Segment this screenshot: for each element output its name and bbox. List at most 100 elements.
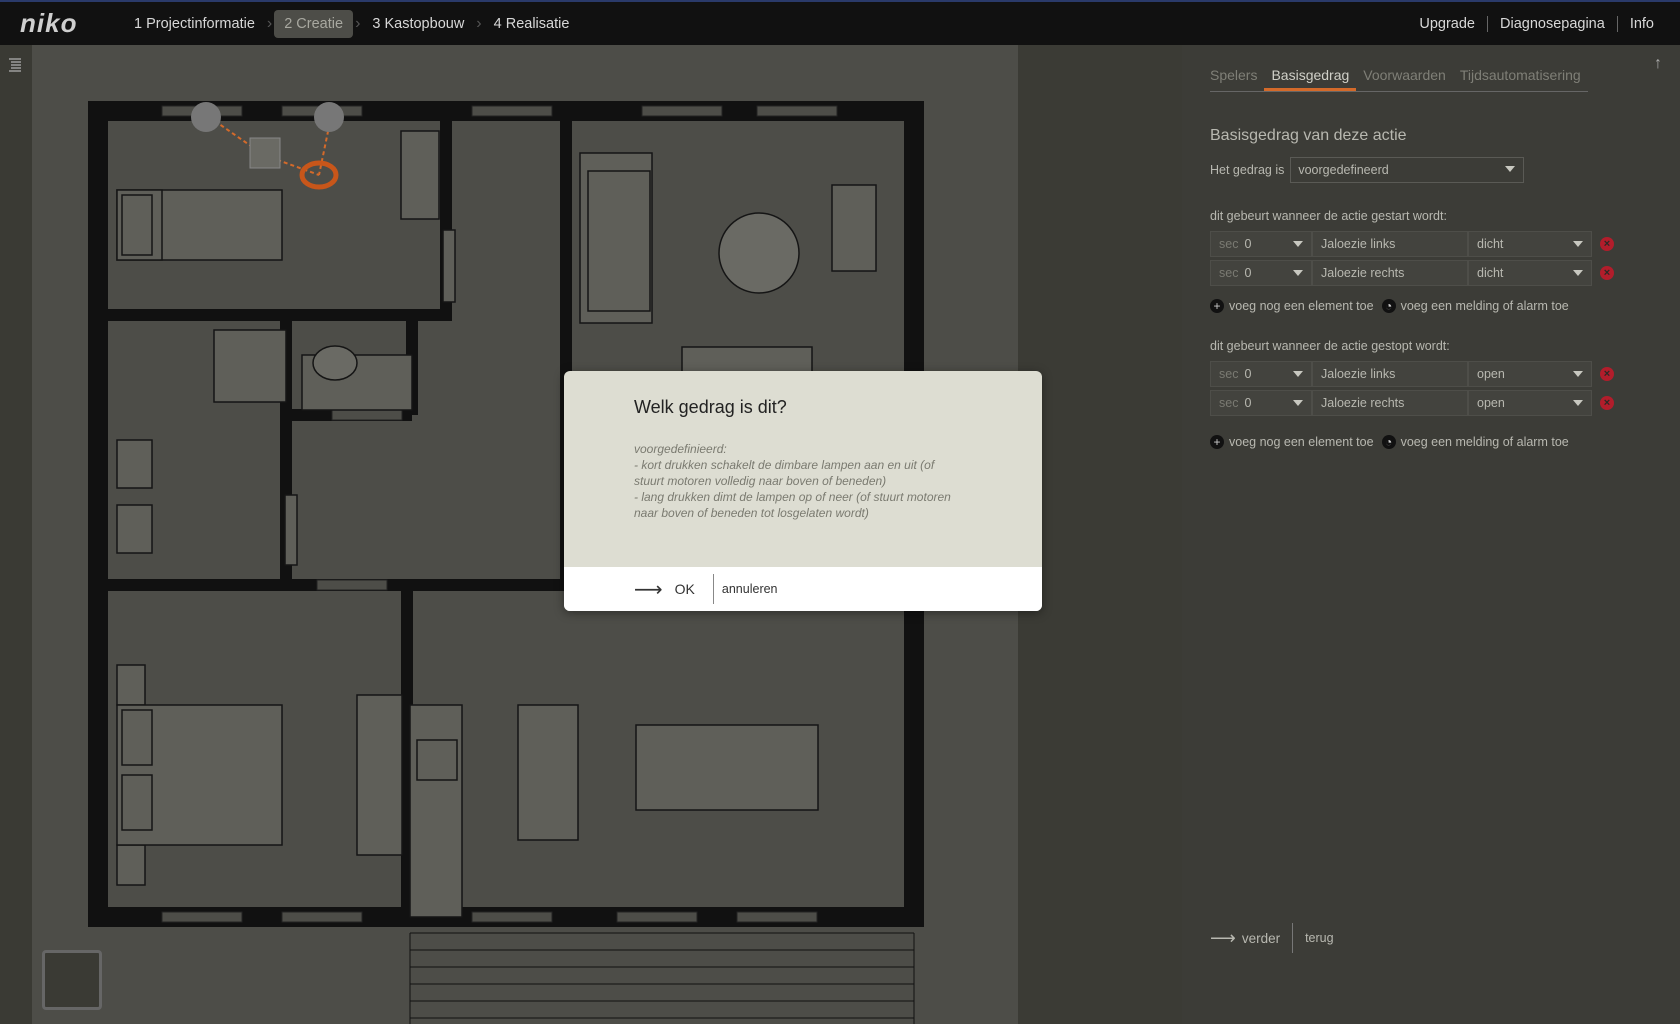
- alarm-icon[interactable]: ◔: [1381, 435, 1396, 449]
- delay-value: 0: [1244, 367, 1252, 381]
- cancel-button[interactable]: annuleren: [722, 582, 778, 596]
- plus-circle-icon[interactable]: +: [1210, 299, 1224, 313]
- delete-icon[interactable]: ×: [1600, 396, 1614, 410]
- delete-icon[interactable]: ×: [1600, 367, 1614, 381]
- delay-unit: sec: [1219, 367, 1239, 381]
- upgrade-link[interactable]: Upgrade: [1407, 16, 1487, 32]
- caret-down-icon: [1505, 166, 1516, 172]
- stop-row: sec 0 Jaloezie rechts open ×: [1210, 390, 1614, 416]
- plan-thumbnail[interactable]: [42, 950, 102, 1010]
- tab-basisgedrag[interactable]: Basisgedrag: [1264, 67, 1357, 91]
- top-links: Upgrade Diagnosepagina Info: [1407, 2, 1666, 45]
- element-name: Jaloezie rechts: [1312, 390, 1468, 416]
- list-menu-icon[interactable]: [8, 57, 22, 76]
- state-value: dicht: [1477, 237, 1504, 251]
- delete-icon[interactable]: ×: [1600, 237, 1614, 251]
- caret-down-icon: [1293, 270, 1303, 276]
- behaviour-info-dialog: Welk gedrag is dit? voorgedefinieerd: - …: [564, 371, 1042, 611]
- caret-down-icon: [1573, 400, 1583, 406]
- delay-select[interactable]: sec 0: [1210, 231, 1312, 257]
- delay-select[interactable]: sec 0: [1210, 361, 1312, 387]
- add-alarm-link[interactable]: voeg een melding of alarm toe: [1401, 299, 1569, 313]
- section-title: Basisgedrag van deze actie: [1210, 127, 1407, 144]
- behaviour-panel: ↑ Spelers Basisgedrag Voorwaarden Tijdsa…: [1182, 45, 1680, 1024]
- caret-down-icon: [1293, 371, 1303, 377]
- arrow-right-icon[interactable]: ⟶: [1210, 928, 1236, 949]
- element-label: Jaloezie links: [1321, 367, 1396, 381]
- state-value: dicht: [1477, 266, 1504, 280]
- caret-down-icon: [1573, 270, 1583, 276]
- behaviour-row: Het gedrag is voorgedefineerd: [1210, 157, 1525, 183]
- divider: [1292, 923, 1294, 953]
- caret-down-icon: [1573, 371, 1583, 377]
- state-select[interactable]: dicht: [1468, 260, 1592, 286]
- step-realisatie[interactable]: 4 Realisatie: [484, 10, 580, 38]
- state-value: open: [1477, 396, 1505, 410]
- niko-logo: niko: [20, 8, 78, 38]
- chevron-right-icon: ›: [355, 14, 361, 32]
- tab-tijdsautomatisering[interactable]: Tijdsautomatisering: [1453, 67, 1588, 91]
- behaviour-value: voorgedefineerd: [1298, 163, 1389, 177]
- add-alarm-link[interactable]: voeg een melding of alarm toe: [1401, 435, 1569, 449]
- arrow-right-icon: ⟶: [634, 578, 663, 601]
- delay-value: 0: [1244, 237, 1252, 251]
- element-label: Jaloezie links: [1321, 237, 1396, 251]
- dialog-title: Welk gedrag is dit?: [634, 397, 787, 417]
- start-row: sec 0 Jaloezie links dicht ×: [1210, 231, 1614, 257]
- stop-row: sec 0 Jaloezie links open ×: [1210, 361, 1614, 387]
- start-title: dit gebeurt wanneer de actie gestart wor…: [1210, 209, 1447, 223]
- step-projectinformatie[interactable]: 1 Projectinformatie: [124, 10, 265, 38]
- state-value: open: [1477, 367, 1505, 381]
- start-row: sec 0 Jaloezie rechts dicht ×: [1210, 260, 1614, 286]
- plus-circle-icon[interactable]: +: [1210, 435, 1224, 449]
- behaviour-select[interactable]: voorgedefineerd: [1290, 157, 1525, 183]
- next-button[interactable]: verder: [1242, 931, 1280, 946]
- caret-down-icon: [1293, 241, 1303, 247]
- state-select[interactable]: dicht: [1468, 231, 1592, 257]
- dialog-body: voorgedefinieerd: - kort drukken schakel…: [634, 442, 951, 520]
- element-label: Jaloezie rechts: [1321, 396, 1405, 410]
- state-select[interactable]: open: [1468, 361, 1592, 387]
- chevron-right-icon: ›: [266, 14, 273, 32]
- tab-spelers[interactable]: Spelers: [1210, 67, 1264, 91]
- delay-unit: sec: [1219, 237, 1239, 251]
- delay-value: 0: [1244, 396, 1252, 410]
- delay-unit: sec: [1219, 266, 1239, 280]
- stop-title: dit gebeurt wanneer de actie gestopt wor…: [1210, 339, 1450, 353]
- ok-label: OK: [674, 581, 695, 597]
- info-link[interactable]: Info: [1618, 16, 1666, 32]
- caret-down-icon: [1293, 400, 1303, 406]
- step-kastopbouw[interactable]: 3 Kastopbouw: [362, 10, 474, 38]
- chevron-right-icon: ›: [476, 14, 482, 32]
- panel-footer: ⟶ verder terug: [1210, 923, 1334, 953]
- top-bar: niko 1 Projectinformatie › 2 Creatie › 3…: [0, 0, 1680, 45]
- ok-button[interactable]: ⟶ OK: [634, 577, 695, 602]
- delay-select[interactable]: sec 0: [1210, 260, 1312, 286]
- alarm-icon[interactable]: ◔: [1381, 299, 1396, 313]
- caret-down-icon: [1573, 241, 1583, 247]
- element-name: Jaloezie links: [1312, 231, 1468, 257]
- delay-value: 0: [1244, 266, 1252, 280]
- dialog-footer: ⟶ OK annuleren: [564, 567, 1042, 611]
- behaviour-label: Het gedrag is: [1210, 163, 1285, 177]
- delay-select[interactable]: sec 0: [1210, 390, 1312, 416]
- start-add-row: + voeg nog een element toe ◔ voeg een me…: [1210, 299, 1569, 313]
- add-element-link[interactable]: voeg nog een element toe: [1229, 435, 1374, 449]
- panel-tabs: Spelers Basisgedrag Voorwaarden Tijdsaut…: [1210, 67, 1588, 92]
- element-name: Jaloezie rechts: [1312, 260, 1468, 286]
- back-button[interactable]: terug: [1305, 931, 1334, 945]
- add-element-link[interactable]: voeg nog een element toe: [1229, 299, 1374, 313]
- element-name: Jaloezie links: [1312, 361, 1468, 387]
- step-navigation: 1 Projectinformatie › 2 Creatie › 3 Kast…: [124, 2, 579, 45]
- left-toolbar: [0, 45, 32, 1024]
- state-select[interactable]: open: [1468, 390, 1592, 416]
- diagnosepagina-link[interactable]: Diagnosepagina: [1488, 16, 1617, 32]
- divider: [712, 574, 714, 604]
- element-label: Jaloezie rechts: [1321, 266, 1405, 280]
- step-creatie[interactable]: 2 Creatie: [274, 9, 354, 38]
- canvas-margin: [1018, 45, 1182, 1024]
- delay-unit: sec: [1219, 396, 1239, 410]
- tab-voorwaarden[interactable]: Voorwaarden: [1356, 67, 1453, 91]
- arrow-up-icon[interactable]: ↑: [1654, 55, 1662, 73]
- delete-icon[interactable]: ×: [1600, 266, 1614, 280]
